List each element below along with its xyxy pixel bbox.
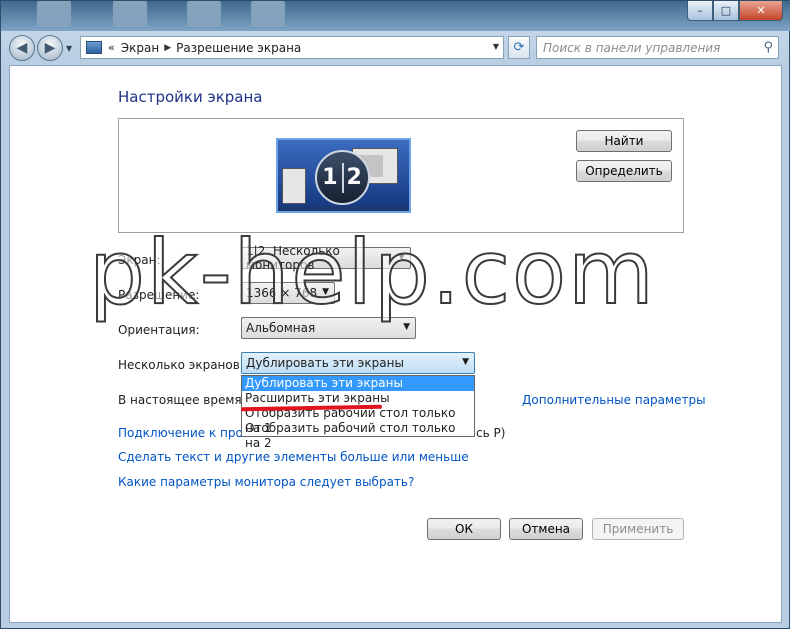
taskbar-thumbnail bbox=[187, 1, 221, 27]
page-title: Настройки экрана bbox=[118, 88, 263, 106]
badge-divider bbox=[341, 162, 344, 193]
option-extend[interactable]: Расширить эти экраны bbox=[242, 391, 474, 406]
breadcrumb-display[interactable]: Экран bbox=[121, 41, 159, 55]
chevron-down-icon[interactable]: ▼ bbox=[493, 42, 499, 51]
chevron-down-icon: ▼ bbox=[403, 322, 410, 332]
window-thumbnail bbox=[282, 168, 306, 204]
advanced-settings-link[interactable]: Дополнительные параметры bbox=[522, 393, 706, 407]
monitor-number-badge: 1 2 bbox=[315, 150, 370, 205]
chevron-down-icon: ▼ bbox=[398, 252, 405, 262]
display-select-value: 1|2. Несколько мониторов bbox=[246, 244, 340, 272]
search-placeholder: Поиск в панели управления bbox=[543, 40, 721, 55]
chevron-down-icon: ▼ bbox=[322, 287, 329, 297]
monitor-icon[interactable]: 1 2 bbox=[276, 138, 411, 213]
display-select[interactable]: 1|2. Несколько мониторов ▼ bbox=[241, 244, 411, 272]
search-input[interactable]: Поиск в панели управления ⚲ bbox=[536, 36, 779, 59]
recent-pages-dropdown[interactable]: ▼ bbox=[66, 44, 72, 53]
arrow-left-icon: ◀ bbox=[16, 40, 28, 56]
search-icon[interactable]: ⚲ bbox=[763, 40, 773, 55]
refresh-icon: ⟳ bbox=[513, 40, 525, 55]
taskbar-thumbnail bbox=[251, 1, 285, 27]
find-button[interactable]: Найти bbox=[576, 130, 672, 152]
address-bar[interactable]: « Экран ▶ Разрешение экрана ▼ bbox=[80, 36, 504, 59]
navigation-bar: ◀ ▶ ▼ « Экран ▶ Разрешение экрана ▼ ⟳ По… bbox=[1, 31, 790, 65]
monitor-preview-area: 1 2 Найти Определить bbox=[118, 118, 684, 233]
breadcrumb-overflow[interactable]: « bbox=[108, 41, 115, 54]
multiple-displays-select-value: Дублировать эти экраны bbox=[246, 356, 404, 370]
projector-link[interactable]: Подключение к проек bbox=[118, 426, 258, 440]
projector-link-tail: сь P) bbox=[476, 426, 506, 440]
resolution-label: Разрешение: bbox=[118, 288, 200, 302]
chevron-down-icon: ▼ bbox=[462, 357, 469, 367]
current-display-info: В настоящее время эт bbox=[118, 393, 260, 407]
orientation-select[interactable]: Альбомная ▼ bbox=[241, 317, 416, 339]
orientation-label: Ориентация: bbox=[118, 323, 200, 337]
monitor-number-2: 2 bbox=[346, 165, 363, 190]
multiple-displays-select[interactable]: Дублировать эти экраны ▼ bbox=[241, 352, 475, 374]
display-label: Экран: bbox=[118, 253, 161, 267]
content-area: Настройки экрана 1 2 Найти Определить Эк… bbox=[9, 65, 782, 623]
option-duplicate[interactable]: Дублировать эти экраны bbox=[242, 376, 474, 391]
back-button[interactable]: ◀ bbox=[9, 35, 35, 61]
multiple-displays-label: Несколько экранов: bbox=[118, 358, 244, 372]
minimize-button[interactable]: – bbox=[687, 1, 713, 21]
cancel-button[interactable]: Отмена bbox=[509, 518, 583, 540]
taskbar-thumbnail bbox=[37, 1, 71, 27]
maximize-button[interactable]: □ bbox=[713, 1, 739, 21]
refresh-button[interactable]: ⟳ bbox=[508, 36, 530, 59]
option-only-2[interactable]: Отобразить рабочий стол только на 2 bbox=[242, 421, 474, 450]
control-panel-icon bbox=[86, 41, 102, 54]
close-button[interactable]: ✕ bbox=[739, 1, 783, 21]
taskbar-thumbnail bbox=[113, 1, 147, 27]
monitor-number-1: 1 bbox=[322, 165, 339, 190]
resolution-select-value: 1366 × 768 bbox=[246, 286, 318, 300]
window-frame: – □ ✕ ◀ ▶ ▼ « Экран ▶ Разрешение экрана … bbox=[0, 0, 790, 629]
apply-button[interactable]: Применить bbox=[592, 518, 684, 540]
monitor-taskbar bbox=[278, 206, 409, 211]
monitor-settings-help-link[interactable]: Какие параметры монитора следует выбрать… bbox=[118, 475, 414, 489]
breadcrumb-separator-icon[interactable]: ▶ bbox=[164, 43, 171, 53]
title-bar: – □ ✕ bbox=[1, 1, 790, 31]
window-controls: – □ ✕ bbox=[687, 1, 783, 21]
breadcrumb-resolution[interactable]: Разрешение экрана bbox=[176, 41, 301, 55]
text-size-link[interactable]: Сделать текст и другие элементы больше и… bbox=[118, 450, 469, 464]
identify-button[interactable]: Определить bbox=[576, 160, 672, 182]
ok-button[interactable]: ОК bbox=[427, 518, 501, 540]
resolution-select[interactable]: 1366 × 768 ▼ bbox=[241, 282, 335, 304]
forward-button[interactable]: ▶ bbox=[37, 35, 63, 61]
orientation-select-value: Альбомная bbox=[246, 321, 316, 335]
arrow-right-icon: ▶ bbox=[44, 40, 56, 56]
